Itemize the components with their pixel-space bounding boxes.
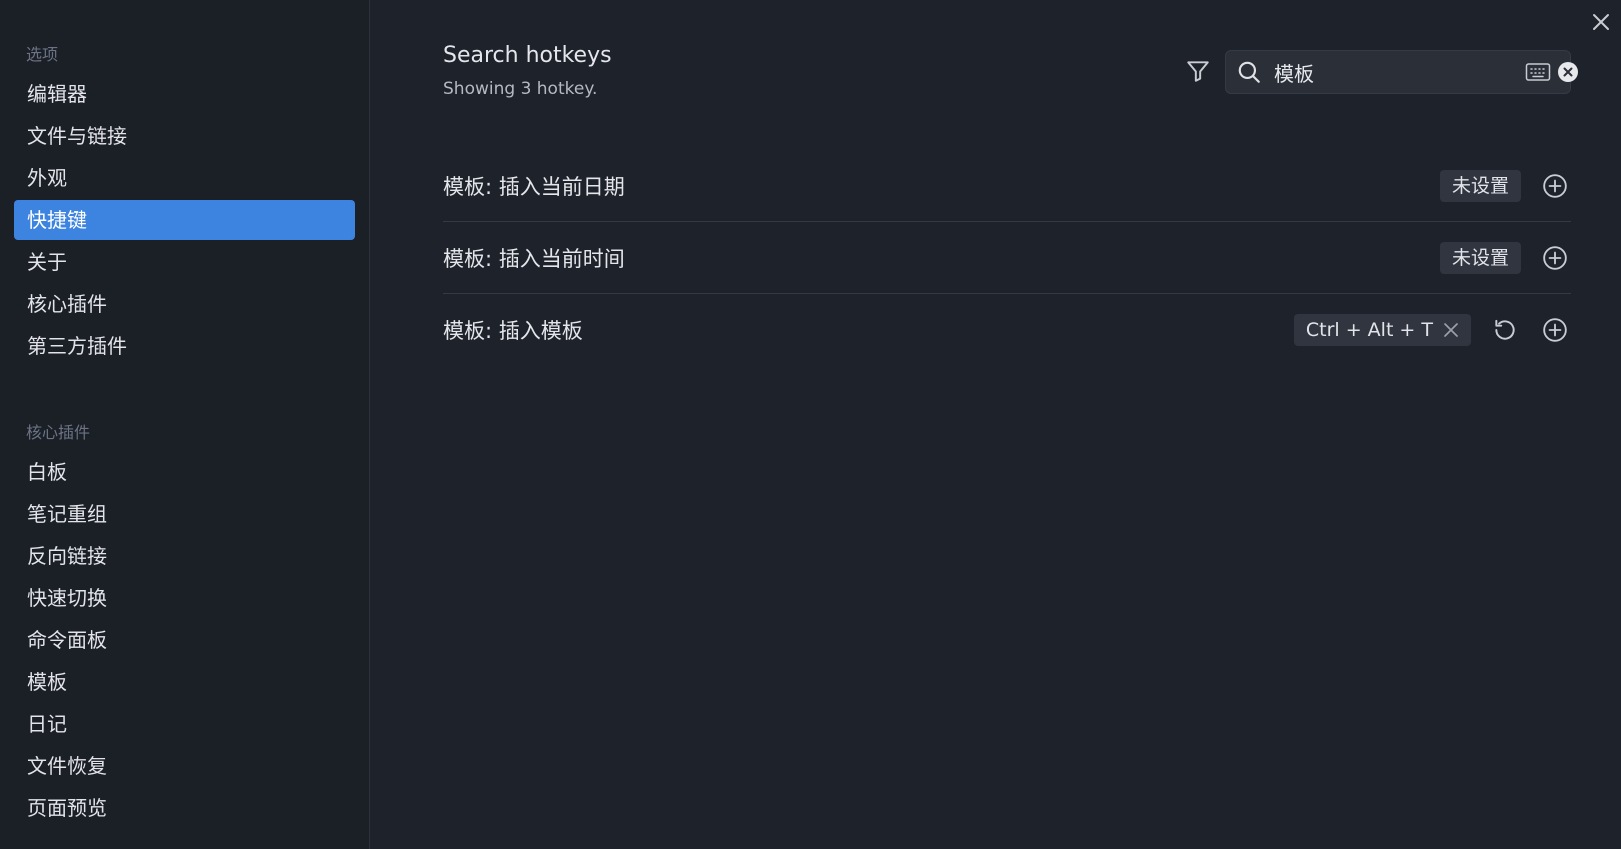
sidebar-item-note-composer[interactable]: 笔记重组 — [14, 494, 355, 534]
settings-window: 选项 编辑器 文件与链接 外观 快捷键 关于 核心插件 第三方插件 核心插件 白… — [0, 0, 1621, 849]
hotkey-command-label: 模板: 插入模板 — [443, 319, 583, 343]
sidebar-item-backlinks[interactable]: 反向链接 — [14, 536, 355, 576]
sidebar-item-core-plugins[interactable]: 核心插件 — [14, 284, 355, 324]
plus-circle-icon[interactable] — [1539, 170, 1571, 202]
plus-circle-icon[interactable] — [1539, 314, 1571, 346]
hotkey-binding-badge: Ctrl + Alt + T — [1293, 314, 1471, 346]
hotkey-row: 模板: 插入模板 Ctrl + Alt + T — [443, 294, 1571, 366]
hotkey-count: Showing 3 hotkey. — [443, 79, 598, 99]
remove-hotkey-icon[interactable] — [1443, 322, 1459, 338]
reset-icon[interactable] — [1489, 314, 1521, 346]
sidebar-item-file-recovery[interactable]: 文件恢复 — [14, 746, 355, 786]
search-input[interactable] — [1262, 53, 1525, 91]
sidebar-item-canvas[interactable]: 白板 — [14, 452, 355, 492]
hotkey-binding-text: 未设置 — [1451, 246, 1509, 269]
page-title: Search hotkeys — [443, 43, 612, 68]
sidebar-item-community-plugins[interactable]: 第三方插件 — [14, 326, 355, 366]
sidebar-item-templates[interactable]: 模板 — [14, 662, 355, 702]
keyboard-icon[interactable] — [1525, 57, 1551, 87]
sidebar-item-about[interactable]: 关于 — [14, 242, 355, 282]
sidebar-item-command-palette[interactable]: 命令面板 — [14, 620, 355, 660]
hotkeys-panel: Search hotkeys Showing 3 hotkey. 模板: 插入当… — [370, 0, 1621, 849]
sidebar-item-hotkeys[interactable]: 快捷键 — [14, 200, 355, 240]
search-icon — [1236, 57, 1262, 87]
section-heading-core-plugins: 核心插件 — [26, 423, 91, 442]
hotkey-binding-text: 未设置 — [1451, 174, 1509, 197]
hotkey-row: 模板: 插入当前日期 未设置 — [443, 150, 1571, 222]
plus-circle-icon[interactable] — [1539, 242, 1571, 274]
hotkey-search-box — [1225, 50, 1578, 94]
hotkey-binding-badge: 未设置 — [1439, 241, 1521, 274]
sidebar-item-quick-switcher[interactable]: 快速切换 — [14, 578, 355, 618]
sidebar-item-files-links[interactable]: 文件与链接 — [14, 116, 355, 156]
settings-sidebar: 选项 编辑器 文件与链接 外观 快捷键 关于 核心插件 第三方插件 核心插件 白… — [0, 0, 370, 849]
filter-icon[interactable] — [1182, 55, 1214, 87]
sidebar-item-page-preview[interactable]: 页面预览 — [14, 788, 355, 828]
hotkey-binding-text: Ctrl + Alt + T — [1305, 319, 1433, 341]
hotkey-binding-badge: 未设置 — [1439, 169, 1521, 202]
sidebar-item-daily-notes[interactable]: 日记 — [14, 704, 355, 744]
section-heading-options: 选项 — [26, 45, 59, 64]
sidebar-item-appearance[interactable]: 外观 — [14, 158, 355, 198]
hotkey-row: 模板: 插入当前时间 未设置 — [443, 222, 1571, 294]
hotkey-list: 模板: 插入当前日期 未设置 模板: 插入当前时间 未设置 模板: 插入模板 C… — [443, 150, 1571, 366]
clear-circle-icon[interactable] — [1557, 59, 1579, 85]
hotkey-command-label: 模板: 插入当前时间 — [443, 246, 625, 271]
hotkey-command-label: 模板: 插入当前日期 — [443, 174, 625, 199]
sidebar-item-editor[interactable]: 编辑器 — [14, 74, 355, 114]
close-icon[interactable] — [1587, 8, 1615, 36]
